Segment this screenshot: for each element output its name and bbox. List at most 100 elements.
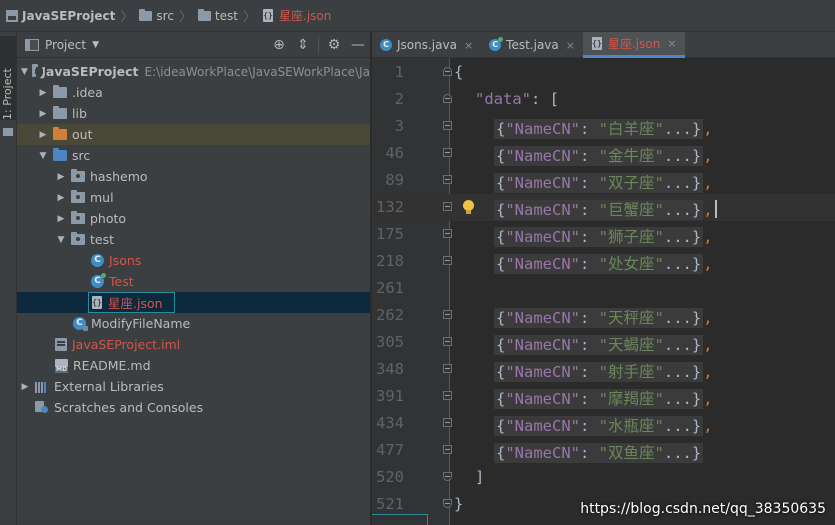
fold-toggle-icon[interactable] bbox=[443, 175, 452, 184]
tree-item-readme[interactable]: README.md bbox=[17, 355, 370, 376]
code-line[interactable]: 46 {"NameCN": "金牛座"...}, bbox=[372, 140, 835, 167]
chevron-right-icon[interactable]: ▶ bbox=[19, 382, 31, 392]
tree-item-mul[interactable]: ▶ mul bbox=[17, 187, 370, 208]
fold-toggle-icon[interactable] bbox=[443, 472, 452, 481]
json-key: "NameCN" bbox=[505, 336, 580, 354]
tree-item-src[interactable]: ▼ src bbox=[17, 145, 370, 166]
folded-region[interactable]: {"NameCN": "金牛座"...} bbox=[494, 146, 704, 166]
fold-toggle-icon[interactable] bbox=[443, 445, 452, 454]
code-line[interactable]: 391 {"NameCN": "摩羯座"...}, bbox=[372, 383, 835, 410]
tree-item-jsons[interactable]: C Jsons bbox=[17, 250, 370, 271]
breadcrumb-test[interactable]: test 〉 bbox=[197, 0, 262, 32]
project-view-selector[interactable]: Project bbox=[45, 38, 86, 52]
fold-toggle-icon[interactable] bbox=[443, 229, 452, 238]
breadcrumb-project[interactable]: JavaSEProject 〉 bbox=[6, 0, 139, 32]
code-line[interactable]: 520] bbox=[372, 464, 835, 491]
folded-region[interactable]: {"NameCN": "白羊座"...} bbox=[494, 119, 704, 139]
code-line[interactable]: 175 {"NameCN": "狮子座"...}, bbox=[372, 221, 835, 248]
folded-region[interactable]: {"NameCN": "狮子座"...} bbox=[494, 227, 704, 247]
chevron-right-icon[interactable]: ▶ bbox=[55, 193, 67, 203]
code-line[interactable]: 1{ bbox=[372, 59, 835, 86]
folded-region[interactable]: {"NameCN": "双子座"...} bbox=[494, 173, 704, 193]
chevron-right-icon[interactable]: ▶ bbox=[55, 214, 67, 224]
fold-toggle-icon[interactable] bbox=[443, 67, 452, 76]
code-area[interactable]: 1{2 "data": [3 {"NameCN": "白羊座"...}, 46 {"Na… bbox=[372, 58, 835, 525]
tree-item-out[interactable]: ▶ out bbox=[17, 124, 370, 145]
code-line[interactable]: 2 "data": [ bbox=[372, 86, 835, 113]
chevron-down-icon[interactable]: ▼ bbox=[92, 40, 99, 50]
tree-item-iml[interactable]: JavaSEProject.iml bbox=[17, 334, 370, 355]
json-key: "NameCN" bbox=[505, 309, 580, 327]
chevron-right-icon[interactable]: ▶ bbox=[37, 130, 49, 140]
tree-item-json-file[interactable]: 星座.json bbox=[17, 292, 370, 313]
code-line[interactable]: 434 {"NameCN": "水瓶座"...}, bbox=[372, 410, 835, 437]
fold-toggle-icon[interactable] bbox=[443, 337, 452, 346]
tree-item-test[interactable]: ▼ test bbox=[17, 229, 370, 250]
lightbulb-icon[interactable] bbox=[463, 200, 474, 214]
tree-item-idea[interactable]: ▶ .idea bbox=[17, 82, 370, 103]
folded-region[interactable]: {"NameCN": "摩羯座"...} bbox=[494, 389, 704, 409]
fold-toggle-icon[interactable] bbox=[443, 391, 452, 400]
code-line[interactable]: 348 {"NameCN": "射手座"...}, bbox=[372, 356, 835, 383]
code-line[interactable]: 132 {"NameCN": "巨蟹座"...}, bbox=[372, 194, 835, 221]
tree-item-javaseproject[interactable]: ▼ JavaSEProject E:\ideaWorkPlace\JavaSEW… bbox=[17, 61, 370, 82]
tree-item-external-libraries[interactable]: ▶ External Libraries bbox=[17, 376, 370, 397]
folded-region[interactable]: {"NameCN": "天秤座"...} bbox=[494, 308, 704, 328]
close-icon[interactable]: × bbox=[667, 37, 676, 50]
fold-toggle-icon[interactable] bbox=[443, 121, 452, 130]
quote: " bbox=[654, 390, 664, 408]
collapse-icon[interactable]: ⇕ bbox=[291, 33, 315, 57]
project-tool-tab[interactable]: 1: Project bbox=[0, 36, 17, 120]
fold-toggle-icon[interactable] bbox=[443, 256, 452, 265]
chevron-down-icon[interactable]: ▼ bbox=[21, 67, 28, 77]
minimize-icon[interactable]: — bbox=[346, 33, 370, 57]
fold-toggle-icon[interactable] bbox=[443, 310, 452, 319]
constellation-name: 双子座 bbox=[608, 174, 655, 192]
fold-toggle-icon[interactable] bbox=[443, 202, 452, 211]
folded-region[interactable]: {"NameCN": "射手座"...} bbox=[494, 362, 704, 382]
chevron-right-icon[interactable]: ▶ bbox=[55, 172, 67, 182]
code-line[interactable]: 3 {"NameCN": "白羊座"...}, bbox=[372, 113, 835, 140]
chevron-down-icon[interactable]: ▼ bbox=[55, 235, 67, 245]
fold-toggle-icon[interactable] bbox=[443, 418, 452, 427]
code-line[interactable]: 477 {"NameCN": "双鱼座"...} bbox=[372, 437, 835, 464]
chevron-right-icon[interactable]: ▶ bbox=[37, 88, 49, 98]
comma: , bbox=[703, 336, 713, 354]
code-line[interactable]: 218 {"NameCN": "处女座"...}, bbox=[372, 248, 835, 275]
chevron-right-icon[interactable]: ▶ bbox=[37, 109, 49, 119]
tab-jsons-java[interactable]: C Jsons.java × bbox=[372, 32, 481, 58]
fold-toggle-icon[interactable] bbox=[443, 94, 452, 103]
gear-icon[interactable]: ⚙ bbox=[322, 33, 346, 57]
tree-item-lib[interactable]: ▶ lib bbox=[17, 103, 370, 124]
tree-item-scratches[interactable]: Scratches and Consoles bbox=[17, 397, 370, 418]
folded-region[interactable]: {"NameCN": "处女座"...} bbox=[494, 254, 704, 274]
code-line[interactable]: 305 {"NameCN": "天蝎座"...}, bbox=[372, 329, 835, 356]
fold-toggle-icon[interactable] bbox=[443, 148, 452, 157]
close-icon[interactable]: × bbox=[566, 39, 575, 52]
close-icon[interactable]: × bbox=[464, 39, 473, 52]
quote: " bbox=[654, 147, 664, 165]
globe-icon[interactable]: ⊕ bbox=[267, 33, 291, 57]
folded-region[interactable]: {"NameCN": "巨蟹座"...} bbox=[494, 200, 704, 220]
folded-region[interactable]: {"NameCN": "双鱼座"...} bbox=[494, 443, 704, 463]
fold-toggle-icon[interactable] bbox=[443, 364, 452, 373]
data-key-line: "data": [ bbox=[475, 90, 559, 108]
tree-item-modifyfilename[interactable]: C ModifyFileName bbox=[17, 313, 370, 334]
tab-json-file[interactable]: 星座.json × bbox=[582, 32, 685, 58]
tree-item-photo[interactable]: ▶ photo bbox=[17, 208, 370, 229]
tree-item-test-class[interactable]: C Test bbox=[17, 271, 370, 292]
folded-region[interactable]: {"NameCN": "天蝎座"...} bbox=[494, 335, 704, 355]
folded-region[interactable]: {"NameCN": "水瓶座"...} bbox=[494, 416, 704, 436]
folder-icon[interactable] bbox=[3, 128, 13, 136]
tab-test-java[interactable]: C Test.java × bbox=[481, 32, 583, 58]
navigation-breadcrumb: JavaSEProject 〉 src 〉 test 〉 星座.json bbox=[0, 0, 835, 32]
code-line[interactable]: 262 {"NameCN": "天秤座"...}, bbox=[372, 302, 835, 329]
tree-item-hashemo[interactable]: ▶ hashemo bbox=[17, 166, 370, 187]
brace-close: ...} bbox=[663, 444, 702, 462]
chevron-down-icon[interactable]: ▼ bbox=[37, 151, 49, 161]
breadcrumb-json-file[interactable]: 星座.json bbox=[262, 0, 331, 32]
fold-toggle-icon[interactable] bbox=[443, 499, 452, 508]
code-line[interactable]: 89 {"NameCN": "双子座"...}, bbox=[372, 167, 835, 194]
breadcrumb-src[interactable]: src 〉 bbox=[139, 0, 198, 32]
code-line[interactable]: 261 bbox=[372, 275, 835, 302]
